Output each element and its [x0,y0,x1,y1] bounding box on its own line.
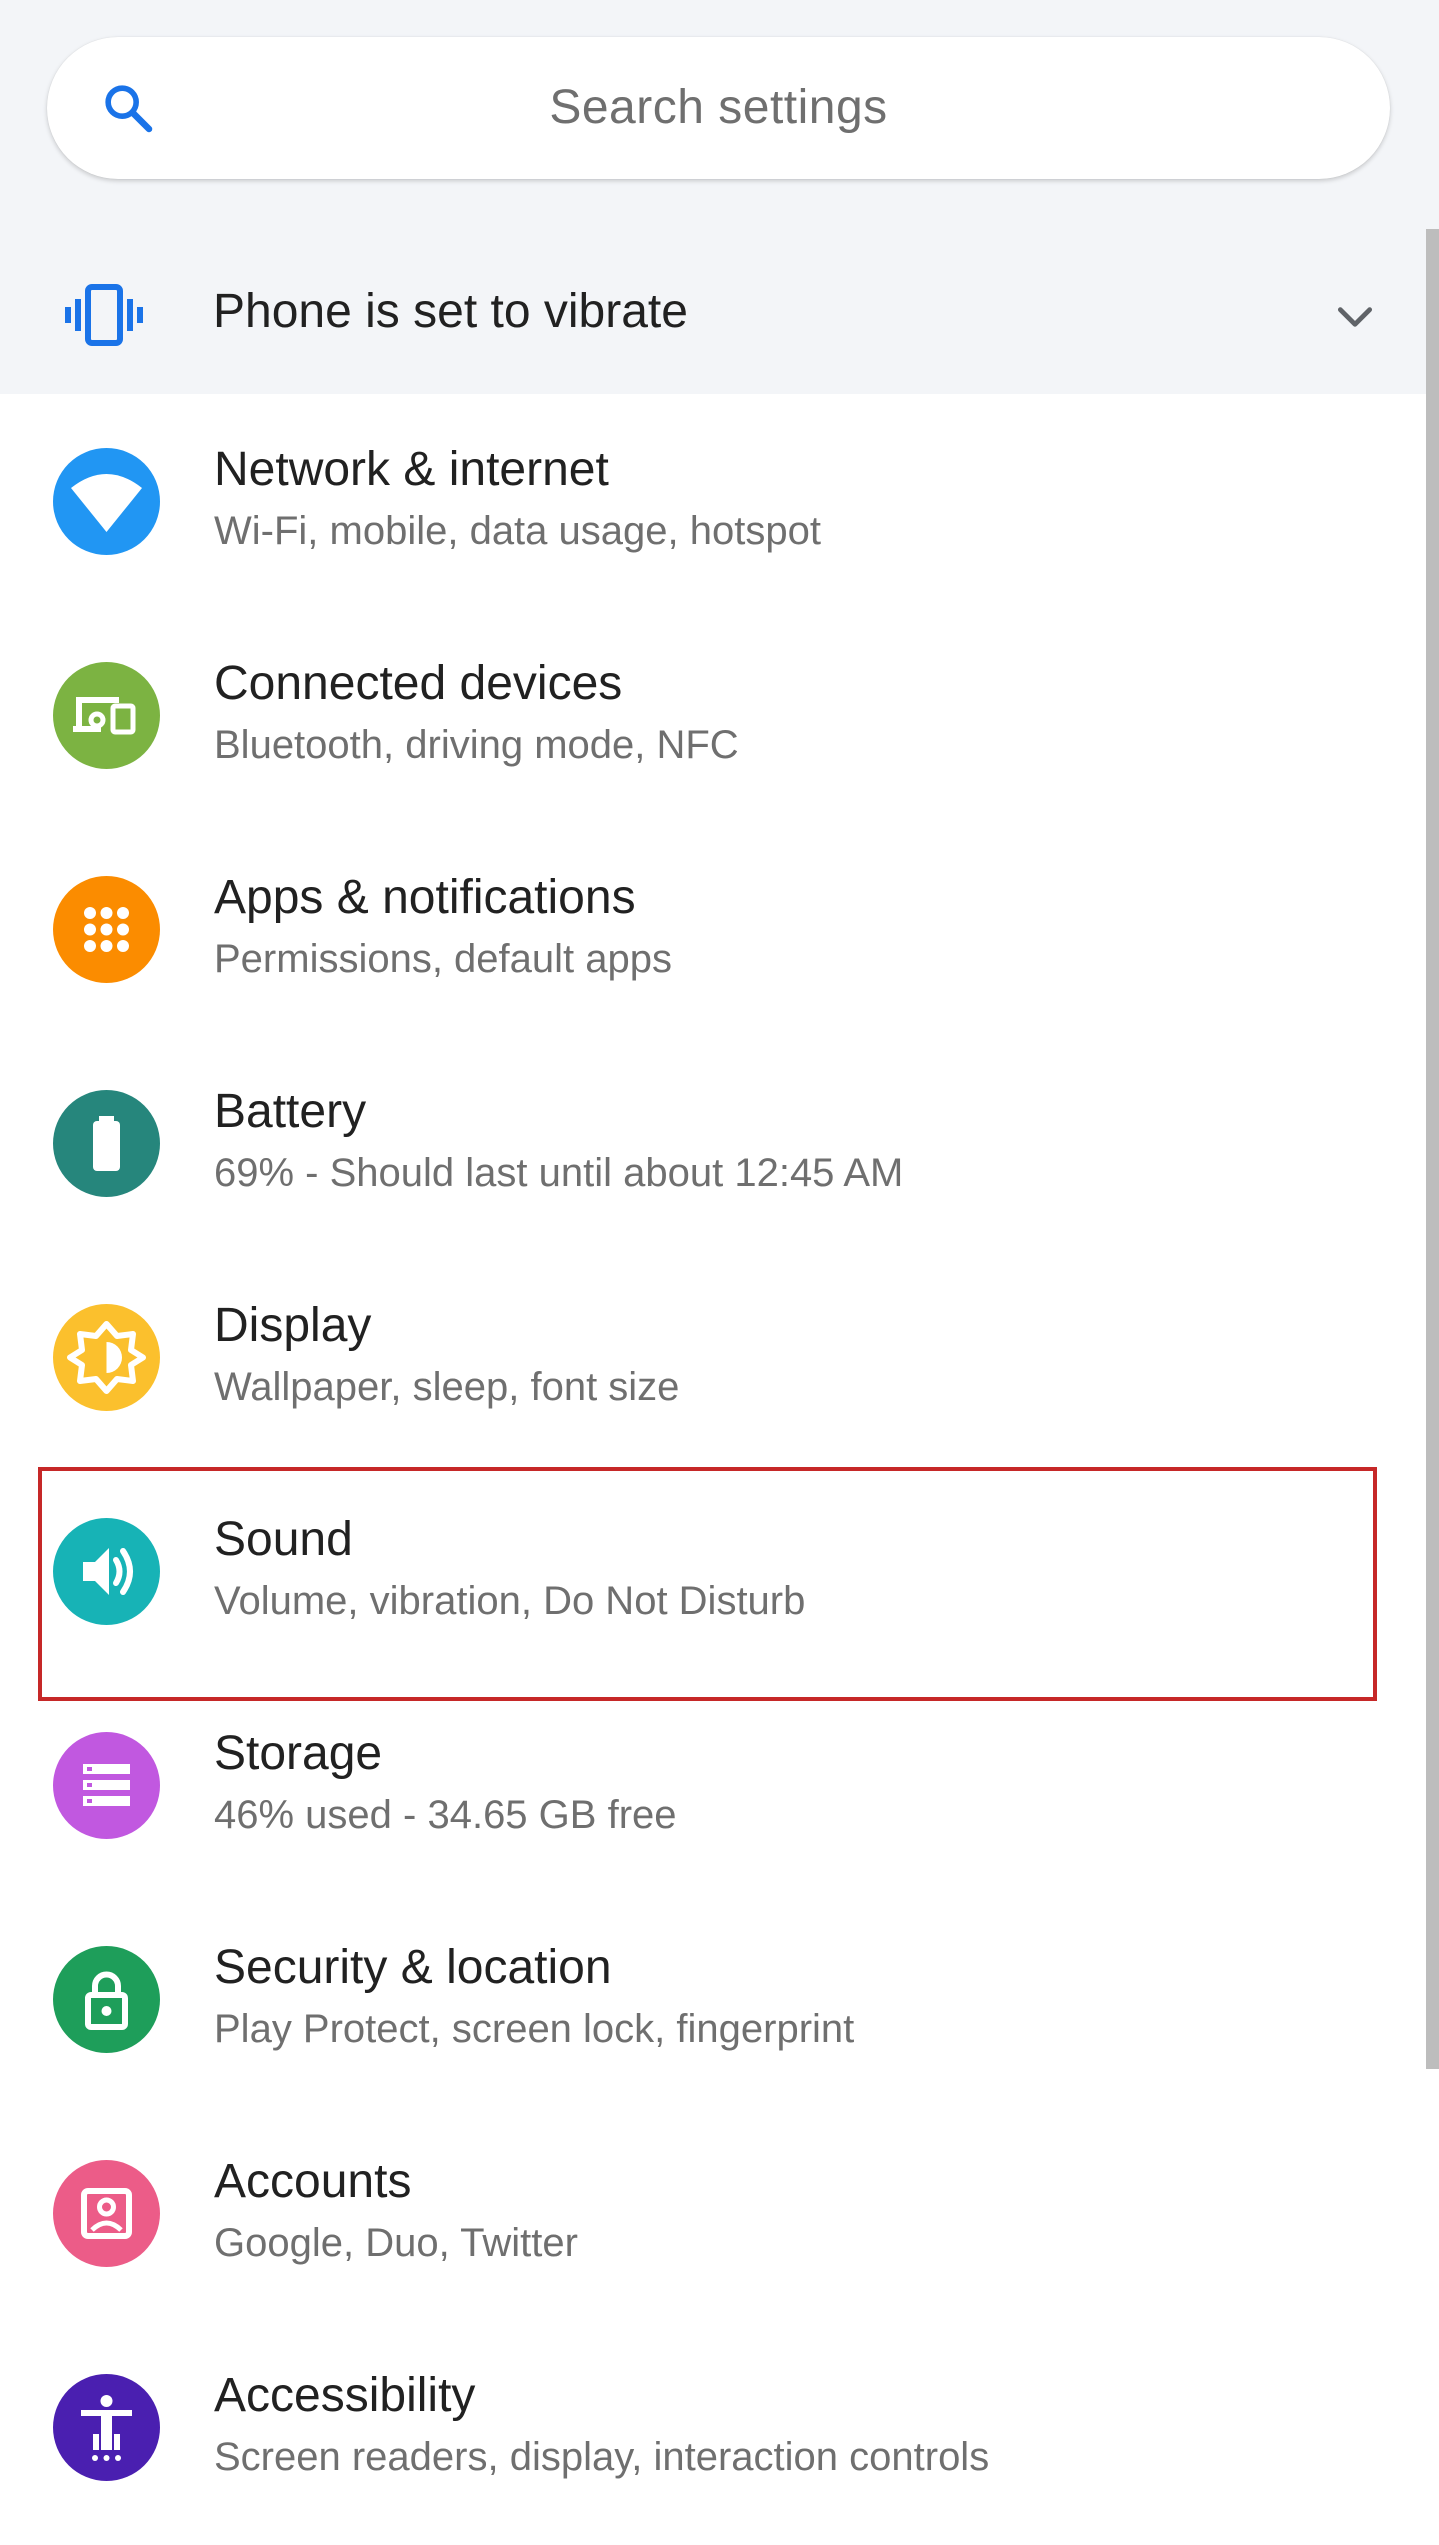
settings-item-connected-devices[interactable]: Connected devices Bluetooth, driving mod… [0,609,1420,823]
item-subtitle: Permissions, default apps [214,937,673,981]
item-title: Accounts [214,2155,412,2208]
vibrate-icon [65,284,143,346]
search-bar[interactable]: Search settings [47,37,1390,179]
accessibility-icon [53,2374,160,2481]
lock-icon [53,1946,160,2053]
item-title: Battery [214,1085,367,1138]
item-title: Display [214,1299,372,1352]
search-input[interactable]: Search settings [47,37,1390,179]
settings-item-accessibility[interactable]: Accessibility Screen readers, display, i… [0,2321,1420,2535]
storage-icon [53,1732,160,1839]
item-title: Storage [214,1727,383,1780]
settings-item-apps[interactable]: Apps & notifications Permissions, defaul… [0,823,1420,1037]
item-title: Accessibility [214,2369,476,2422]
vibrate-status-banner[interactable]: Phone is set to vibrate [0,225,1439,405]
item-title: Network & internet [214,443,609,496]
account-icon [53,2160,160,2267]
item-title: Security & location [214,1941,612,1994]
item-subtitle: Wallpaper, sleep, font size [214,1365,680,1409]
settings-item-accounts[interactable]: Accounts Google, Duo, Twitter [0,2107,1420,2321]
chevron-down-icon[interactable] [1333,295,1377,339]
settings-item-display[interactable]: Display Wallpaper, sleep, font size [0,1251,1420,1465]
wifi-icon [53,448,160,555]
item-subtitle: Google, Duo, Twitter [214,2221,578,2265]
item-title: Connected devices [214,657,623,710]
settings-item-storage[interactable]: Storage 46% used - 34.65 GB free [0,1679,1420,1893]
highlight-box [38,1467,1377,1701]
brightness-icon [53,1304,160,1411]
item-subtitle: Play Protect, screen lock, fingerprint [214,2007,855,2051]
item-subtitle: Bluetooth, driving mode, NFC [214,723,739,767]
item-subtitle: 46% used - 34.65 GB free [214,1793,677,1837]
battery-icon [53,1090,160,1197]
settings-item-battery[interactable]: Battery 69% - Should last until about 12… [0,1037,1420,1251]
settings-screen: Search settings Phone is set to vibrate … [0,0,1439,2545]
settings-item-network[interactable]: Network & internet Wi-Fi, mobile, data u… [0,395,1420,609]
item-title: Apps & notifications [214,871,636,924]
vibrate-status-text: Phone is set to vibrate [213,285,688,338]
item-subtitle: 69% - Should last until about 12:45 AM [214,1151,904,1195]
devices-icon [53,662,160,769]
item-subtitle: Screen readers, display, interaction con… [214,2435,990,2479]
settings-item-security[interactable]: Security & location Play Protect, screen… [0,1893,1420,2107]
item-subtitle: Wi-Fi, mobile, data usage, hotspot [214,509,821,553]
apps-grid-icon [53,876,160,983]
scrollbar[interactable] [1426,229,1439,2069]
